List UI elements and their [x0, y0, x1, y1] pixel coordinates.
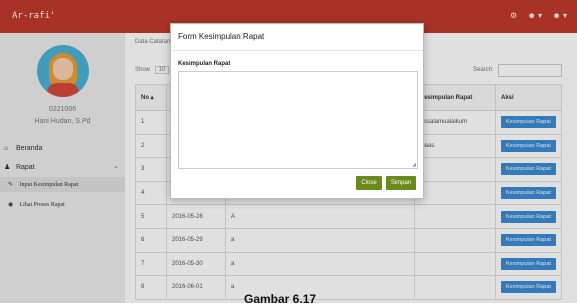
modal-title: Form Kesimpulan Rapat: [178, 32, 265, 41]
kesimpulan-textarea[interactable]: ◢: [178, 71, 418, 169]
close-button[interactable]: Close: [356, 176, 382, 190]
kesimpulan-label: Kesimpulan Rapat: [178, 61, 231, 67]
save-button[interactable]: Simpan: [386, 176, 416, 190]
modal-divider: [171, 50, 423, 51]
figure-caption: Gambar 6.17: [244, 292, 317, 306]
kesimpulan-modal: Form Kesimpulan Rapat Kesimpulan Rapat ◢…: [170, 23, 424, 199]
resize-handle-icon[interactable]: ◢: [412, 162, 416, 168]
